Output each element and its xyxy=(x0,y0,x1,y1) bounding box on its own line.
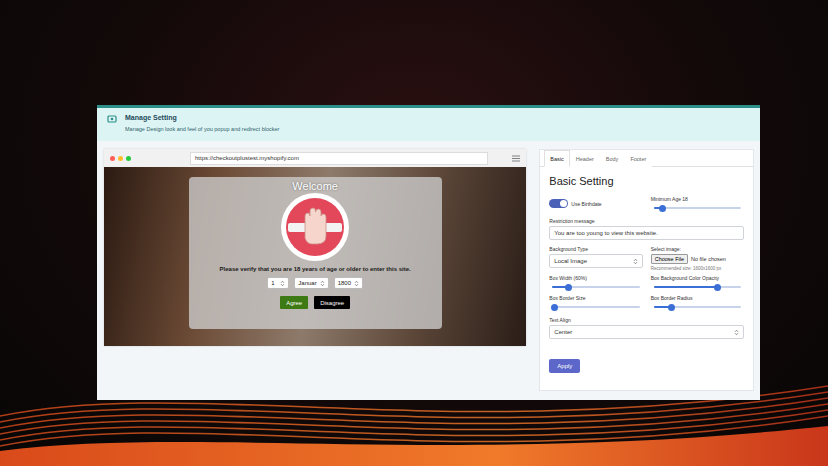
slider-thumb[interactable] xyxy=(565,284,572,291)
age-popup: Welcome Please verify that you are 18 yea… xyxy=(189,177,442,329)
setting-slider: Box Border Radius xyxy=(651,295,744,311)
browser-preview: https://checkoutplustest.myshopify.com We… xyxy=(104,149,526,346)
setting-slider: Box Border Size xyxy=(549,295,642,311)
header-subtitle: Manage Design look and feel of you popup… xyxy=(125,126,279,132)
apply-button[interactable]: Apply xyxy=(549,359,580,373)
slider-label: Box Width (60%) xyxy=(549,275,642,281)
browser-bar: https://checkoutplustest.myshopify.com xyxy=(104,149,526,167)
slider-thumb[interactable] xyxy=(714,284,721,291)
tab[interactable]: Footer xyxy=(624,150,652,167)
setting-slider: Box Width (60%) xyxy=(549,275,642,291)
popup-button[interactable]: Disagree xyxy=(314,296,350,309)
tab-bar: BasicHeaderBodyFooter xyxy=(540,150,753,167)
slider-label: Box Border Size xyxy=(549,295,642,301)
slider-track[interactable] xyxy=(654,286,741,288)
popup-message: Please verify that you are 18 years of a… xyxy=(220,266,411,272)
page: Manage Setting Manage Design look and fee… xyxy=(0,0,828,466)
restriction-input[interactable]: You are too young to view this website. xyxy=(549,226,744,240)
field-label: Background Type xyxy=(549,246,642,252)
settings-panel: BasicHeaderBodyFooter Basic Setting Use Bi… xyxy=(539,149,754,391)
background-photo: Welcome Please verify that you are 18 yea… xyxy=(104,167,526,346)
image-hint: Recommended size: 1600x1600 px xyxy=(651,266,744,271)
choose-file-button[interactable]: Choose File xyxy=(651,254,688,264)
menu-icon xyxy=(512,155,520,162)
text-align-select[interactable]: Center xyxy=(549,325,744,339)
settings-card: Manage Setting Manage Design look and fee… xyxy=(97,105,760,400)
stop-hand-icon xyxy=(280,192,350,262)
field-label: Text Align xyxy=(549,317,744,323)
birthdate-toggle-row: Use Birthdate xyxy=(549,196,642,208)
field-label: Select image: xyxy=(651,246,744,252)
field-label: Restriction message xyxy=(549,218,744,224)
setting-slider: Box Background Color Opacity xyxy=(651,275,744,291)
slider-track[interactable] xyxy=(552,286,639,288)
header-band: Manage Setting Manage Design look and fee… xyxy=(97,108,760,141)
tab[interactable]: Header xyxy=(570,150,600,167)
birthdate-select[interactable]: 1 xyxy=(267,277,289,289)
select-arrow-icon xyxy=(320,280,325,287)
url-field: https://checkoutplustest.myshopify.com xyxy=(190,152,488,165)
header-title: Manage Setting xyxy=(125,114,279,121)
slider-label: Box Border Radius xyxy=(651,295,744,301)
birthdate-select[interactable]: 1800 xyxy=(334,277,363,289)
popup-title: Welcome xyxy=(292,180,338,192)
slider-track[interactable] xyxy=(654,207,741,209)
popup-button[interactable]: Agree xyxy=(280,296,308,309)
select-arrow-icon xyxy=(354,280,359,287)
minimize-dot xyxy=(118,156,123,161)
close-dot xyxy=(110,156,115,161)
slider-thumb[interactable] xyxy=(659,205,666,212)
slider-label: Minimum Age 18 xyxy=(651,196,744,202)
slider-fill xyxy=(654,286,718,288)
file-status: No file chosen xyxy=(691,256,726,262)
section-title: Basic Setting xyxy=(549,175,744,187)
settings-icon xyxy=(107,114,117,124)
maximize-dot xyxy=(126,156,131,161)
min-age-slider: Minimum Age 18 xyxy=(651,196,744,212)
birthdate-switch[interactable] xyxy=(549,199,568,208)
slider-thumb[interactable] xyxy=(668,304,675,311)
slider-thumb[interactable] xyxy=(551,304,558,311)
select-arrow-icon xyxy=(734,329,739,336)
tab[interactable]: Basic xyxy=(544,150,569,167)
birthdate-select[interactable]: Januar xyxy=(294,277,328,289)
slider-label: Box Background Color Opacity xyxy=(651,275,744,281)
select-arrow-icon xyxy=(280,280,285,287)
select-arrow-icon xyxy=(633,258,638,265)
slider-track[interactable] xyxy=(552,306,639,308)
tab[interactable]: Body xyxy=(600,150,625,167)
background-type-select[interactable]: Local Image xyxy=(549,254,642,268)
slider-track[interactable] xyxy=(654,306,741,308)
